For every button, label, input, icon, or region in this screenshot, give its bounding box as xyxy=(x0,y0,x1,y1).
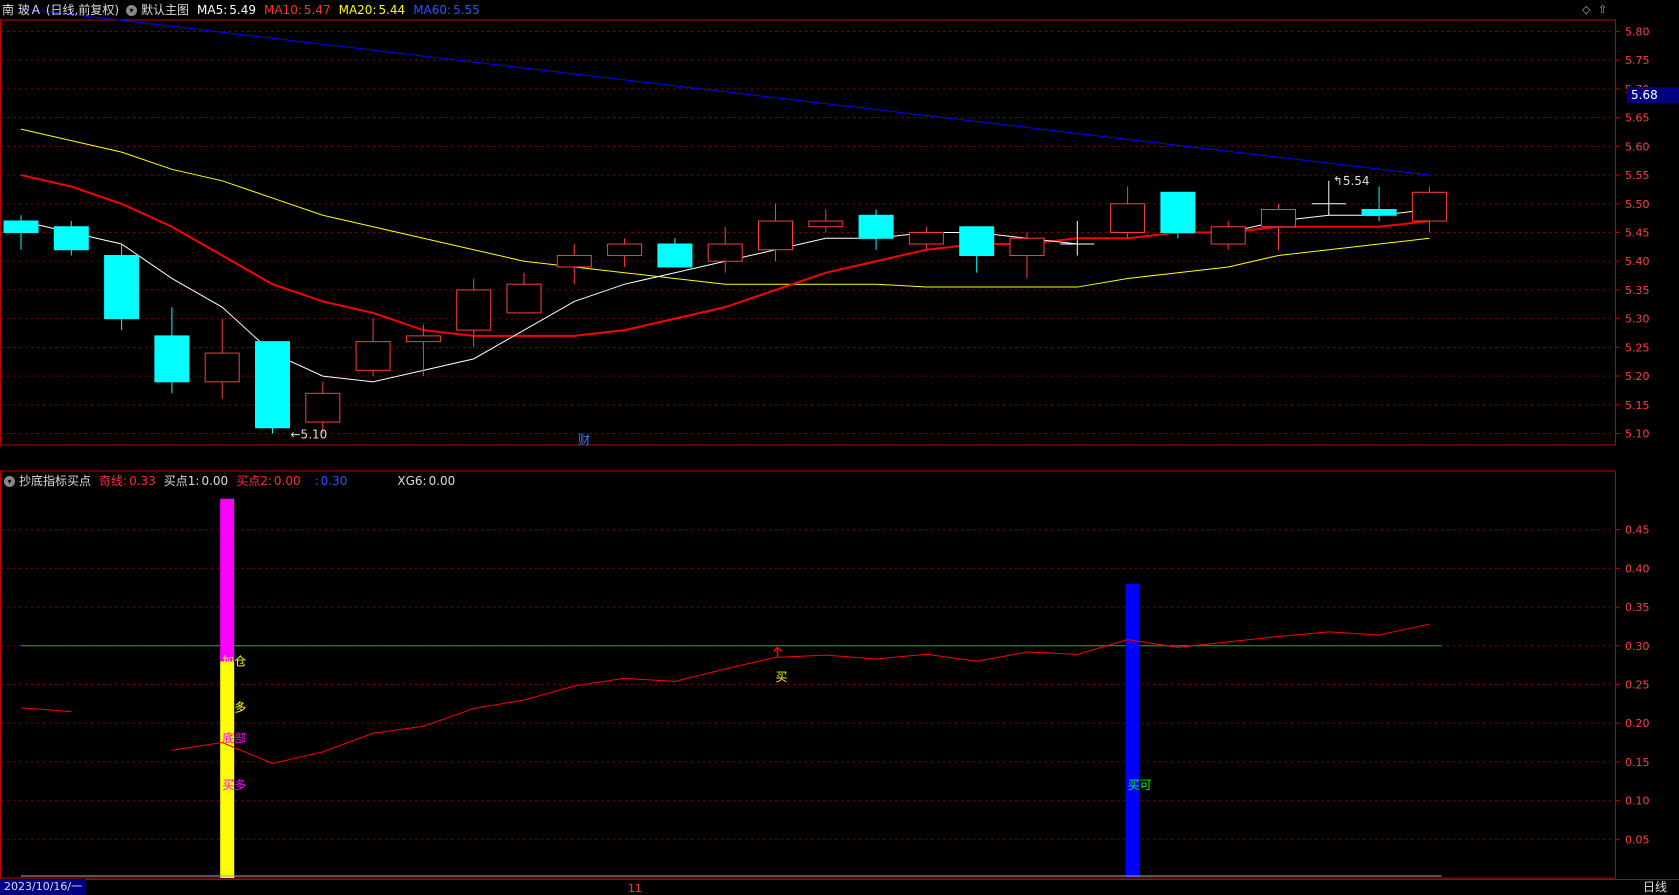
indicator-buy1-value: 0.00 xyxy=(201,474,229,488)
main-tick-label: 5.15 xyxy=(1625,399,1650,412)
period-tab-daily[interactable]: 日线 xyxy=(1643,879,1667,895)
main-tick-label: 5.50 xyxy=(1625,198,1650,211)
kline-chart[interactable]: 5.805.755.705.655.605.555.505.455.405.35… xyxy=(0,0,1679,895)
indicator-line4-value: 0.30 xyxy=(320,474,348,488)
indicator-tick-label: 0.25 xyxy=(1625,679,1650,692)
signal-label: 买多 xyxy=(222,701,246,715)
candle-body xyxy=(1009,237,1045,256)
indicator-line1-value: 0.33 xyxy=(129,474,156,488)
candle-body xyxy=(707,243,743,262)
candle-body xyxy=(506,283,542,314)
main-tick-label: 5.35 xyxy=(1625,284,1650,297)
candle-body xyxy=(556,254,592,268)
month-marker: 11 xyxy=(628,882,642,895)
candle-body xyxy=(1361,209,1397,216)
finance-event-marker: 财 xyxy=(578,433,590,447)
candle-body xyxy=(405,335,441,343)
main-tick-label: 5.25 xyxy=(1625,341,1650,354)
indicator-tick-label: 0.10 xyxy=(1625,795,1650,808)
low-price-annotation: ←5.10 xyxy=(291,428,328,442)
signal-bar-upper xyxy=(220,498,235,662)
main-chart-header: 南 玻Ａ (日线,前复权) ▾ 默认主图 MA5: 5.49 MA10: 5.47 MA20: 5… xyxy=(0,0,484,20)
ma60-value: 5.55 xyxy=(453,3,480,17)
signal-label: 底部 xyxy=(222,731,246,746)
candle-body xyxy=(154,335,190,383)
candle-body xyxy=(607,243,643,256)
candle-body xyxy=(204,352,240,383)
main-tick-label: 5.75 xyxy=(1625,54,1650,67)
diamond-icon[interactable]: ◇ xyxy=(1582,3,1590,16)
candle-body xyxy=(758,220,793,251)
indicator-xg6-value: 0.00 xyxy=(428,474,456,488)
candle-body xyxy=(1210,226,1246,245)
ma20-value: 5.44 xyxy=(378,3,406,17)
candle-body xyxy=(1261,209,1296,228)
candle-body xyxy=(1160,191,1196,234)
indicator-tick-label: 0.40 xyxy=(1625,562,1650,575)
candle-body xyxy=(657,243,693,268)
signal-bar-lower xyxy=(220,661,235,878)
stock-name[interactable]: 南 玻Ａ xyxy=(2,3,42,17)
indicator-tick-label: 0.20 xyxy=(1625,717,1650,730)
candle-body xyxy=(456,289,492,331)
indicator-tick-label: 0.45 xyxy=(1625,524,1650,537)
main-tick-label: 5.40 xyxy=(1625,255,1650,268)
candle-body xyxy=(255,341,290,429)
signal-label: 买 xyxy=(776,670,788,684)
indicator-dropdown-icon[interactable]: ▾ xyxy=(4,476,15,487)
template-name[interactable]: 默认主图 xyxy=(141,3,189,17)
candle-body xyxy=(104,254,140,320)
main-tick-label: 5.10 xyxy=(1625,428,1650,441)
ma5-label: MA5: xyxy=(197,3,228,17)
ma60-label: MA60: xyxy=(413,3,452,17)
indicator-line4-label: : xyxy=(314,474,319,488)
signal-bar xyxy=(1125,583,1140,878)
indicator-tick-label: 0.05 xyxy=(1625,833,1650,846)
signal-label: 加仓 xyxy=(222,654,246,668)
indicator-tick-label: 0.15 xyxy=(1625,756,1650,769)
cursor-date: 2023/10/16/一 xyxy=(0,879,87,895)
indicator-plot-frame xyxy=(0,470,1616,879)
ma20-label: MA20: xyxy=(338,3,377,17)
period-label: (日线,前复权) xyxy=(45,3,120,17)
indicator-header: ▾ 抄底指标买点 奇线: 0.33 买点1: 0.00 买点2: 0.00:0.30 XG6: 0… xyxy=(0,471,459,491)
current-price-marker: 5.68 xyxy=(1627,87,1679,103)
main-tick-label: 5.80 xyxy=(1625,25,1650,38)
candle-body xyxy=(1411,191,1447,222)
main-tick-label: 5.45 xyxy=(1625,227,1650,240)
candle-body xyxy=(858,214,894,239)
indicator-buy2-label: 买点2: xyxy=(236,474,272,488)
indicator-buy1-label: 买点1: xyxy=(163,474,200,488)
indicator-tick-label: 0.35 xyxy=(1625,601,1650,614)
signal-label: 买多 xyxy=(222,778,246,792)
indicator-buy2-value: 0.00 xyxy=(273,474,301,488)
up-arrow-icon[interactable]: ⇧ xyxy=(1598,3,1607,16)
candle-body xyxy=(3,220,39,234)
ma10-label: MA10: xyxy=(264,3,302,17)
indicator-tick-label: 0.30 xyxy=(1625,640,1650,653)
candle-body xyxy=(908,232,944,245)
ma60-line xyxy=(20,8,1430,176)
main-tick-label: 5.20 xyxy=(1625,370,1650,383)
signal-label: 买可 xyxy=(1128,778,1152,792)
candle-body xyxy=(808,220,844,228)
candle-body xyxy=(1110,203,1146,233)
candle-body xyxy=(355,341,391,371)
main-tick-label: 5.55 xyxy=(1625,169,1650,182)
buy-arrow-icon xyxy=(772,646,783,658)
high-price-annotation: ↰5.54 xyxy=(1333,174,1370,188)
indicator-xg6-label: XG6: xyxy=(397,474,427,488)
template-dropdown-icon[interactable]: ▾ xyxy=(126,5,138,16)
indicator-name[interactable]: 抄底指标买点 xyxy=(19,474,91,488)
ma10-value: 5.47 xyxy=(303,3,331,17)
candle-body xyxy=(959,226,995,256)
ma5-value: 5.49 xyxy=(229,3,256,17)
main-tick-label: 5.65 xyxy=(1625,112,1650,125)
indicator-line1-label: 奇线: xyxy=(99,474,128,488)
main-tick-label: 5.30 xyxy=(1625,313,1650,326)
candle-body xyxy=(53,226,89,251)
candle-body xyxy=(305,392,341,423)
main-tick-label: 5.60 xyxy=(1625,140,1650,153)
